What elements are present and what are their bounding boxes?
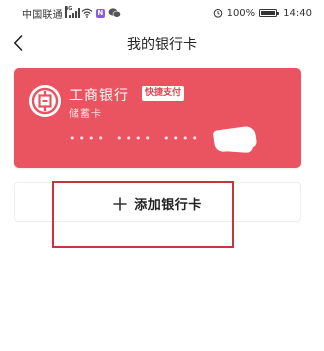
card-number-group-1: •••• [69,132,107,145]
redacted-card-digits [212,125,258,153]
bank-card[interactable]: 工商银行 快捷支付 储蓄卡 •••• •••• •••• [14,68,301,168]
signal-4g-icon: 4G [64,6,80,18]
add-card-label: 添加银行卡 [134,198,202,213]
carrier-label: 中国联通 [22,9,63,21]
plus-icon [113,196,128,211]
nav-bar: 我的银行卡 [0,26,324,62]
bank-name: 工商银行 [69,88,129,104]
card-number-group-2: •••• [116,132,154,145]
quickpay-badge: 快捷支付 [142,86,185,101]
card-number-group-3: •••• [163,132,201,145]
icbc-logo-icon [29,85,61,117]
add-card-content: 添加银行卡 [15,194,300,213]
battery-percentage: 100% [226,7,256,19]
battery-icon [259,9,280,17]
wifi-icon [81,8,93,18]
status-left: 中国联通 4G N [22,5,121,21]
screen: 中国联通 4G N 100% 14:40 我的银行卡 工商银行 快捷支付 储蓄卡… [0,0,324,351]
status-right: 100% 14:40 [213,5,312,21]
status-bar: 中国联通 4G N 100% 14:40 [0,0,324,26]
alarm-icon [213,9,222,18]
battery-fill [261,11,276,15]
app-notification-icon: N [95,8,105,18]
status-time: 14:40 [283,7,312,19]
wechat-icon [108,8,121,18]
add-bank-card-button[interactable]: 添加银行卡 [14,182,301,222]
card-type: 储蓄卡 [69,109,102,120]
page-title: 我的银行卡 [127,37,197,53]
